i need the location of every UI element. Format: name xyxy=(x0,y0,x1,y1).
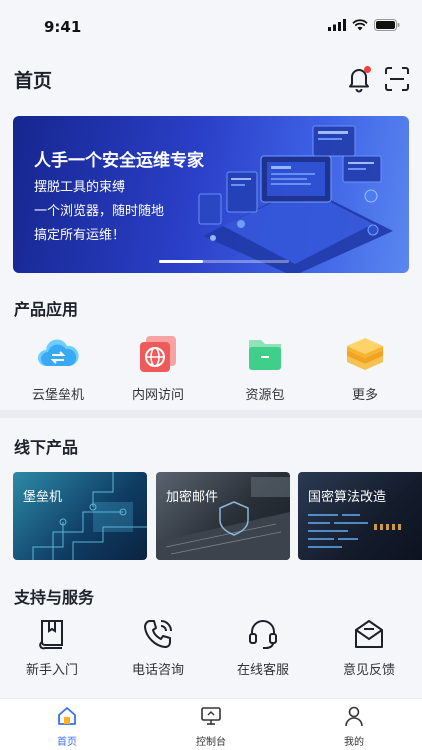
carousel-indicator xyxy=(159,260,289,263)
scan-icon xyxy=(385,67,409,91)
support-label: 意见反馈 xyxy=(342,663,395,678)
app-label: 更多 xyxy=(351,388,378,403)
support-label: 新手入门 xyxy=(25,663,78,678)
status-icons xyxy=(328,19,400,31)
bottom-tab-bar: 首页 控制台 我的 xyxy=(0,698,422,750)
book-icon xyxy=(35,617,69,651)
app-label: 资源包 xyxy=(245,388,285,403)
mail-icon xyxy=(352,617,386,651)
banner-line: 摆脱工具的束缚 xyxy=(34,180,126,195)
carousel-indicator-active xyxy=(159,260,203,263)
card-label: 堡垒机 xyxy=(23,490,63,505)
section-title-products: 产品应用 xyxy=(14,300,79,319)
section-divider xyxy=(0,410,422,418)
folder-icon xyxy=(243,332,287,376)
battery-icon xyxy=(374,19,400,31)
banner-line: 搞定所有运维！ xyxy=(34,228,126,243)
tab-console[interactable]: 控制台 xyxy=(171,705,251,748)
wifi-icon xyxy=(352,19,368,31)
card-bastion[interactable]: 堡垒机 xyxy=(13,472,147,560)
support-label: 在线客服 xyxy=(236,663,289,678)
card-sm-algorithm[interactable]: 国密算法改造 xyxy=(298,472,422,560)
app-item-intranet-access[interactable]: 内网访问 xyxy=(113,332,203,403)
status-bar: 9:41 xyxy=(0,0,422,52)
scan-button[interactable] xyxy=(384,66,410,92)
app-item-resource-pack[interactable]: 资源包 xyxy=(220,332,310,403)
notification-button[interactable] xyxy=(346,65,372,93)
support-item-getting-started[interactable]: 新手入门 xyxy=(7,617,97,678)
support-item-online-service[interactable]: 在线客服 xyxy=(218,617,308,678)
monitor-icon xyxy=(201,707,221,725)
card-encrypted-mail[interactable]: 加密邮件 xyxy=(156,472,290,560)
support-label: 电话咨询 xyxy=(131,663,184,678)
tab-profile[interactable]: 我的 xyxy=(314,705,394,748)
card-label: 国密算法改造 xyxy=(308,490,387,505)
banner-line: 一个浏览器，随时随地 xyxy=(34,204,165,219)
page-title: 首页 xyxy=(14,70,53,92)
app-item-more[interactable]: 更多 xyxy=(320,332,410,403)
tab-label: 控制台 xyxy=(196,737,226,748)
headset-icon xyxy=(246,617,280,651)
promo-banner[interactable]: 人手一个安全运维专家 摆脱工具的束缚 一个浏览器，随时随地 搞定所有运维！ xyxy=(13,116,409,273)
tab-home[interactable]: 首页 xyxy=(27,705,107,748)
user-icon xyxy=(345,706,363,727)
layers-icon xyxy=(343,332,387,376)
phone-icon xyxy=(141,617,175,651)
section-spacer xyxy=(0,571,422,577)
status-time: 9:41 xyxy=(44,18,82,36)
app-item-cloud-bastion[interactable]: 云堡垒机 xyxy=(13,332,103,403)
home-icon xyxy=(58,707,76,725)
tab-label: 我的 xyxy=(344,737,364,748)
app-label: 云堡垒机 xyxy=(31,388,84,403)
section-title-support: 支持与服务 xyxy=(14,588,95,607)
header: 首页 xyxy=(0,52,422,106)
cloud-swap-icon xyxy=(36,332,80,376)
banner-title: 人手一个安全运维专家 xyxy=(34,151,204,171)
tab-label: 首页 xyxy=(57,737,77,748)
card-label: 加密邮件 xyxy=(166,490,219,505)
section-title-offline: 线下产品 xyxy=(14,438,79,457)
globe-icon xyxy=(136,332,180,376)
support-item-phone[interactable]: 电话咨询 xyxy=(113,617,203,678)
notification-dot xyxy=(364,66,371,73)
support-item-feedback[interactable]: 意见反馈 xyxy=(324,617,414,678)
app-label: 内网访问 xyxy=(131,388,184,403)
signal-icon xyxy=(328,19,346,31)
